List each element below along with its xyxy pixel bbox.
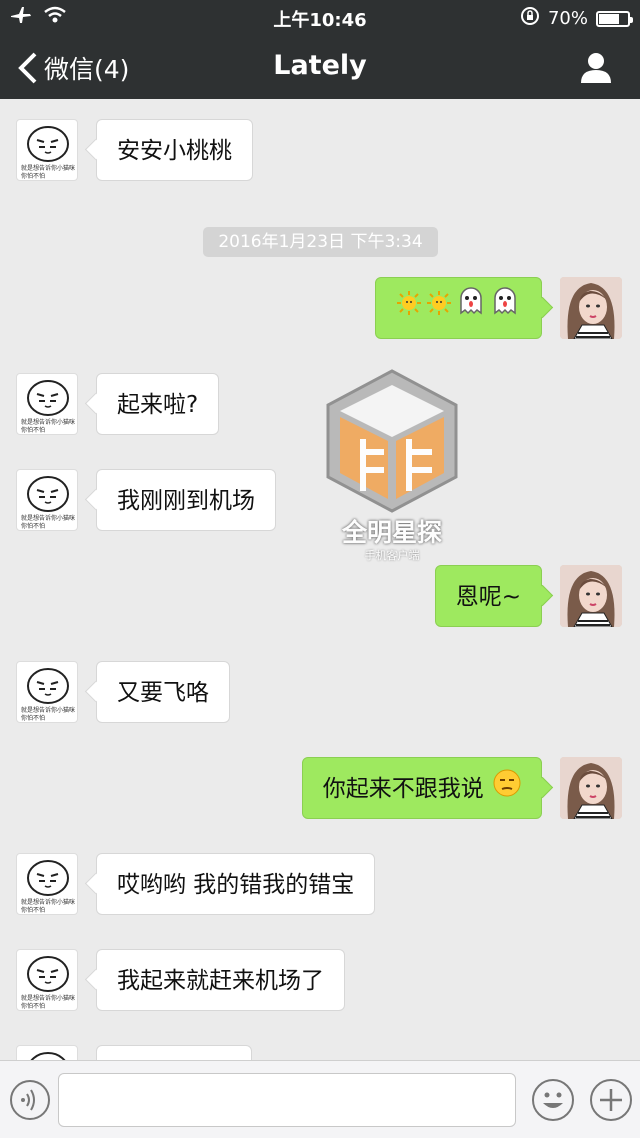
message-bubble[interactable]: 我起来就赶来机场了 (96, 949, 345, 1011)
svg-text:就是想告诉你小猫咪: 就是想告诉你小猫咪 (21, 898, 75, 906)
watermark-logo: 全明星探 手机客户端 (322, 367, 462, 567)
svg-text:就是想告诉你小猫咪: 就是想告诉你小猫咪 (21, 514, 75, 522)
unamused-face-emoji (493, 759, 521, 821)
contact-avatar[interactable]: 就是想告诉你小猫咪 你怕不怕 (16, 373, 78, 435)
watermark-subtitle: 手机客户端 (364, 549, 420, 562)
svg-text:你怕不怕: 你怕不怕 (21, 1002, 45, 1010)
svg-text:就是想告诉你小猫咪: 就是想告诉你小猫咪 (21, 706, 75, 714)
message-bubble-partial[interactable] (96, 1045, 252, 1060)
message-bubble[interactable]: 恩呢~ (434, 565, 542, 627)
svg-text:就是想告诉你小猫咪: 就是想告诉你小猫咪 (21, 164, 75, 172)
message-bubble[interactable]: 哎哟哟 我的错我的错宝 (96, 853, 376, 915)
chat-timestamp: 2016年1月23日 下午3:34 (203, 227, 438, 257)
contact-avatar[interactable]: 就是想告诉你小猫咪 你怕不怕 (16, 469, 78, 531)
contact-avatar[interactable]: 就是想告诉你小猫咪 你怕不怕 (16, 853, 78, 915)
message-input[interactable] (58, 1073, 516, 1127)
message-bubble-emoji[interactable] (375, 277, 542, 339)
message-bubble[interactable]: 我刚刚到机场 (96, 469, 276, 531)
contact-avatar[interactable]: 就是想告诉你小猫咪 你怕不怕 (16, 661, 78, 723)
ghost-emoji (490, 279, 520, 341)
watermark-title: 全明星探 (341, 518, 442, 547)
message-bubble[interactable]: 你起来不跟我说 (301, 757, 542, 821)
chat-area[interactable]: 就是想告诉你小猫咪 你怕不怕 安安小桃桃 2016年1月23日 下午3:34 就… (0, 99, 640, 1060)
battery-icon (596, 10, 633, 27)
ghost-emoji (456, 279, 486, 341)
svg-text:就是想告诉你小猫咪: 就是想告诉你小猫咪 (21, 994, 75, 1002)
message-text: 你起来不跟我说 (322, 776, 484, 802)
status-bar: 上午10:46 70% (0, 0, 640, 36)
page-title: Lately (273, 50, 367, 81)
sun-emoji (396, 279, 422, 341)
contact-avatar[interactable] (16, 1045, 78, 1060)
message-bubble[interactable]: 又要飞咯 (96, 661, 230, 723)
message-bubble[interactable]: 安安小桃桃 (96, 119, 253, 181)
rotation-lock-icon (520, 6, 540, 31)
my-avatar[interactable] (560, 277, 622, 339)
svg-text:你怕不怕: 你怕不怕 (21, 426, 45, 434)
input-toolbar (0, 1060, 640, 1138)
emoji-icon[interactable] (532, 1079, 574, 1121)
my-avatar[interactable] (560, 565, 622, 627)
contact-avatar[interactable]: 就是想告诉你小猫咪 你怕不怕 (16, 949, 78, 1011)
svg-text:你怕不怕: 你怕不怕 (21, 906, 45, 914)
svg-text:你怕不怕: 你怕不怕 (21, 522, 45, 530)
voice-icon[interactable] (10, 1080, 50, 1120)
sun-emoji (426, 279, 452, 341)
person-icon[interactable] (578, 50, 614, 86)
battery-percent: 70% (547, 8, 588, 29)
plus-icon[interactable] (590, 1079, 632, 1121)
svg-text:你怕不怕: 你怕不怕 (21, 172, 45, 180)
svg-text:就是想告诉你小猫咪: 就是想告诉你小猫咪 (21, 418, 75, 426)
message-bubble[interactable]: 起来啦? (96, 373, 220, 435)
nav-bar: 微信(4) Lately (0, 36, 640, 99)
my-avatar[interactable] (560, 757, 622, 819)
svg-text:你怕不怕: 你怕不怕 (21, 714, 45, 722)
contact-avatar[interactable]: 就是想告诉你小猫咪 你怕不怕 (16, 119, 78, 181)
